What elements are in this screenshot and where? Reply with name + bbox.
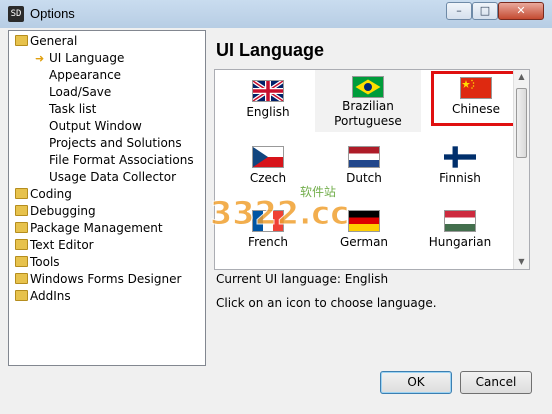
tree-item-output-window[interactable]: Output Window xyxy=(49,118,142,135)
tree-item-debugging[interactable]: Debugging xyxy=(15,203,96,220)
tree-item-label: General xyxy=(30,34,78,48)
china-flag-icon xyxy=(460,77,492,99)
tree-item-label: Output Window xyxy=(49,119,142,133)
language-label: Chinese xyxy=(452,102,500,116)
tree-item-label: File Format Associations xyxy=(49,153,194,167)
language-label: Finnish xyxy=(439,171,481,185)
tree-item-ui-language[interactable]: ➜ UI Language xyxy=(35,50,125,67)
language-label: English xyxy=(246,105,290,119)
options-tree: General ➜ UI Language Appearance Load/Sav… xyxy=(8,30,206,366)
app-icon: SD xyxy=(8,6,24,22)
folder-icon xyxy=(15,205,28,216)
tree-item-text-editor[interactable]: Text Editor xyxy=(15,237,94,254)
hungary-flag-icon xyxy=(444,210,476,232)
language-hungarian[interactable]: Hungarian xyxy=(415,204,505,260)
language-chinese[interactable]: Chinese xyxy=(431,71,521,126)
language-label: French xyxy=(248,235,288,249)
folder-icon xyxy=(15,222,28,233)
folder-icon xyxy=(15,239,28,250)
tree-item-projects-solutions[interactable]: Projects and Solutions xyxy=(49,135,182,152)
tree-item-label: Projects and Solutions xyxy=(49,136,182,150)
tree-item-label: Usage Data Collector xyxy=(49,170,177,184)
page-title: UI Language xyxy=(216,40,325,60)
tree-item-label: Windows Forms Designer xyxy=(30,272,182,286)
cancel-button[interactable]: Cancel xyxy=(460,371,532,394)
tree-item-label: Coding xyxy=(30,187,72,201)
close-button[interactable]: ✕ xyxy=(498,2,544,20)
tree-item-tools[interactable]: Tools xyxy=(15,254,60,271)
folder-icon xyxy=(15,273,28,284)
tree-item-label: Text Editor xyxy=(30,238,94,252)
france-flag-icon xyxy=(252,210,284,232)
scroll-up-icon[interactable]: ▲ xyxy=(514,70,529,84)
tree-item-package-management[interactable]: Package Management xyxy=(15,220,163,237)
language-grid: English Brazilian Portuguese Chinese Cze… xyxy=(214,69,530,270)
maximize-button[interactable]: □ xyxy=(472,2,498,20)
folder-icon xyxy=(15,290,28,301)
tree-item-file-format-associations[interactable]: File Format Associations xyxy=(49,152,194,169)
language-dutch[interactable]: Dutch xyxy=(319,140,409,196)
window-title: Options xyxy=(30,6,75,21)
language-brazilian-portuguese[interactable]: Brazilian Portuguese xyxy=(323,70,413,132)
tree-item-label: Debugging xyxy=(30,204,96,218)
language-french[interactable]: French xyxy=(223,204,313,260)
minimize-button[interactable]: – xyxy=(446,2,472,20)
tree-item-label: Appearance xyxy=(49,68,122,82)
language-label: German xyxy=(339,235,389,249)
tree-item-label: Package Management xyxy=(30,221,163,235)
language-label: Czech xyxy=(249,171,287,185)
tree-item-label: Load/Save xyxy=(49,85,112,99)
language-german[interactable]: German xyxy=(319,204,409,260)
language-label: Dutch xyxy=(346,171,382,185)
arrow-right-icon: ➜ xyxy=(35,52,45,65)
netherlands-flag-icon xyxy=(348,146,380,168)
current-language-text: Current UI language: English xyxy=(216,272,389,286)
hint-text: Click on an icon to choose language. xyxy=(216,296,437,310)
tree-item-label: AddIns xyxy=(30,289,71,303)
tree-item-load-save[interactable]: Load/Save xyxy=(49,84,111,101)
language-finnish[interactable]: Finnish xyxy=(415,140,505,196)
language-english[interactable]: English xyxy=(223,74,313,130)
tree-item-label: UI Language xyxy=(49,51,125,65)
tree-item-label: Tools xyxy=(30,255,60,269)
folder-icon xyxy=(15,188,28,199)
tree-item-coding[interactable]: Coding xyxy=(15,186,72,203)
vertical-scrollbar[interactable]: ▲ ▼ xyxy=(513,70,529,269)
uk-flag-icon xyxy=(252,80,284,102)
tree-item-addins[interactable]: AddIns xyxy=(15,288,71,305)
tree-item-windows-forms-designer[interactable]: Windows Forms Designer xyxy=(15,271,181,288)
finland-flag-icon xyxy=(444,146,476,168)
folder-icon xyxy=(15,256,28,267)
germany-flag-icon xyxy=(348,210,380,232)
tree-item-usage-data-collector[interactable]: Usage Data Collector xyxy=(49,169,176,186)
language-label: Brazilian Portuguese xyxy=(334,99,402,128)
scroll-down-icon[interactable]: ▼ xyxy=(514,255,529,269)
scroll-thumb[interactable] xyxy=(516,88,527,158)
brazil-flag-icon xyxy=(352,76,384,98)
tree-item-label: Task list xyxy=(49,102,97,116)
folder-icon xyxy=(15,35,28,46)
title-bar[interactable]: SD Options – □ ✕ xyxy=(0,0,552,28)
czech-flag-icon xyxy=(252,146,284,168)
tree-item-task-list[interactable]: Task list xyxy=(49,101,96,118)
tree-item-general[interactable]: General xyxy=(15,33,77,50)
language-czech[interactable]: Czech xyxy=(223,140,313,196)
language-label: Hungarian xyxy=(428,235,492,249)
tree-item-appearance[interactable]: Appearance xyxy=(49,67,121,84)
ok-button[interactable]: OK xyxy=(380,371,452,394)
options-dialog: SD Options – □ ✕ General ➜ UI Language Ap… xyxy=(0,0,552,414)
